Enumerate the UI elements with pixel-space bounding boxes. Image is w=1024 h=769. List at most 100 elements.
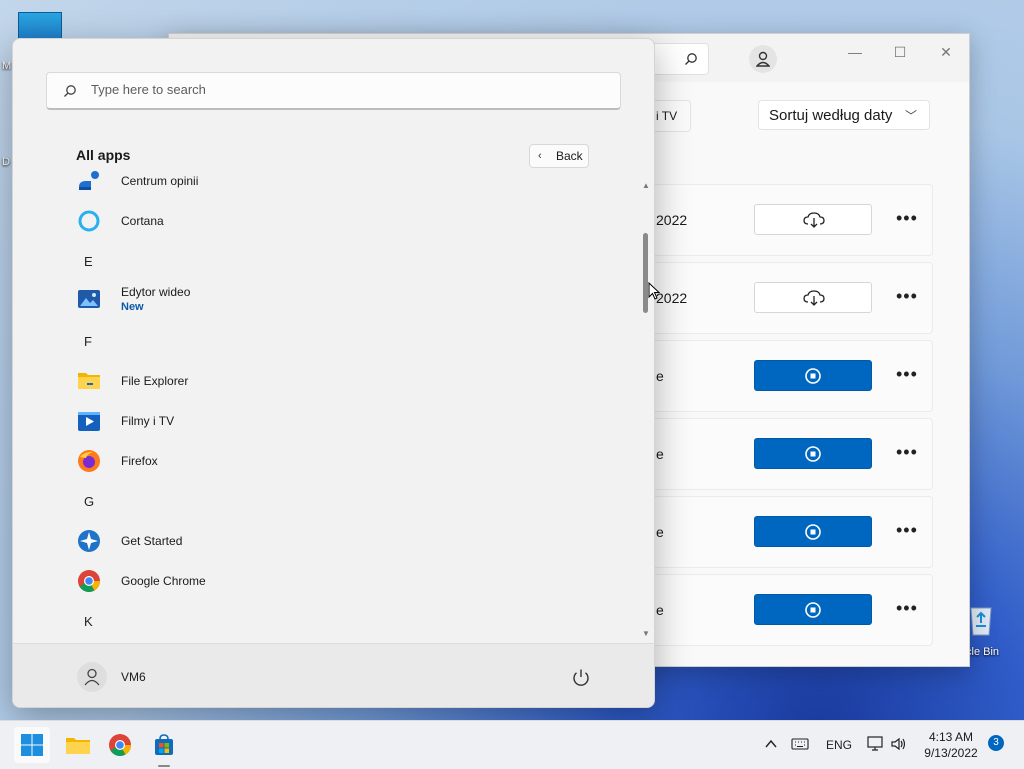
app-item[interactable]: Filmy i TV	[65, 404, 605, 438]
scroll-thumb[interactable]	[643, 233, 648, 313]
person-icon	[84, 668, 100, 686]
app-list: Centrum opinii Cortana E Edytor wideo New F Fi…	[13, 171, 641, 643]
app-item[interactable]: Firefox	[65, 444, 605, 478]
app-name: Google Chrome	[121, 574, 206, 588]
chevron-left-icon: ‹	[538, 150, 542, 162]
library-item[interactable]: e •••	[639, 418, 933, 490]
keyboard-icon[interactable]	[791, 737, 809, 751]
stop-icon	[805, 368, 821, 384]
search-icon	[685, 53, 697, 65]
app-item[interactable]: Cortana	[65, 204, 605, 238]
stop-download-button[interactable]	[754, 360, 872, 391]
app-name: Get Started	[121, 534, 183, 548]
person-icon	[756, 51, 770, 67]
start-search-box[interactable]	[46, 72, 621, 110]
search-icon	[64, 85, 76, 97]
file-explorer-icon	[66, 738, 90, 754]
chrome-icon	[109, 734, 131, 756]
start-footer: VM6	[13, 643, 654, 707]
app-name: Centrum opinii	[121, 174, 199, 188]
section-letter[interactable]: G	[84, 494, 94, 509]
download-button[interactable]	[754, 204, 872, 235]
chevron-up-icon[interactable]	[764, 737, 778, 751]
download-button[interactable]	[754, 282, 872, 313]
movies-tv-icon	[77, 409, 101, 433]
get-started-icon	[77, 529, 101, 553]
app-item[interactable]: File Explorer	[65, 364, 605, 398]
taskbar-file-explorer[interactable]	[59, 727, 95, 763]
user-avatar[interactable]	[77, 662, 107, 692]
recycle-bin-icon	[970, 607, 992, 636]
stop-icon	[805, 524, 821, 540]
cloud-download-icon	[803, 212, 825, 228]
section-letter[interactable]: E	[84, 254, 93, 269]
app-item[interactable]: Google Chrome	[65, 564, 605, 598]
maximize-button[interactable]: ☐	[888, 42, 912, 62]
feedback-hub-icon	[77, 171, 101, 193]
account-button[interactable]	[749, 45, 777, 73]
library-item[interactable]: e •••	[639, 340, 933, 412]
minimize-button[interactable]: —	[843, 42, 867, 62]
recycle-bin[interactable]: cle Bin	[962, 600, 1018, 664]
library-item[interactable]: e •••	[639, 574, 933, 646]
back-label: Back	[556, 149, 583, 163]
taskbar: ENG 4:13 AM 9/13/2022 3	[0, 720, 1024, 769]
library-item-text: e	[656, 602, 664, 618]
stop-icon	[805, 446, 821, 462]
scroll-up-icon[interactable]: ▲	[642, 181, 650, 190]
power-icon[interactable]	[569, 666, 593, 690]
firefox-icon	[77, 449, 101, 473]
mouse-cursor-icon	[648, 282, 660, 300]
library-item[interactable]: e •••	[639, 496, 933, 568]
stop-download-button[interactable]	[754, 594, 872, 625]
stop-download-button[interactable]	[754, 438, 872, 469]
app-name: Firefox	[121, 454, 158, 468]
taskbar-store[interactable]	[146, 727, 182, 763]
app-new-tag: New	[121, 301, 144, 313]
sort-dropdown[interactable]: Sortuj według daty ﹀	[758, 100, 930, 130]
store-icon	[155, 734, 173, 755]
close-button[interactable]: ✕	[934, 42, 958, 62]
more-options-icon[interactable]: •••	[896, 521, 918, 539]
more-options-icon[interactable]: •••	[896, 599, 918, 617]
app-name: Filmy i TV	[121, 414, 175, 428]
app-name: Cortana	[121, 214, 164, 228]
library-item-text: e	[656, 524, 664, 540]
library-item[interactable]: 2022 •••	[639, 184, 933, 256]
scroll-down-icon[interactable]: ▼	[642, 629, 650, 638]
library-item[interactable]: 2022 •••	[639, 262, 933, 334]
windows-logo-icon	[21, 734, 43, 756]
start-button[interactable]	[14, 727, 50, 763]
app-item[interactable]: Edytor wideo New	[65, 282, 605, 316]
taskbar-chrome[interactable]	[102, 727, 138, 763]
app-list-scrollbar[interactable]: ▲ ▼	[639, 177, 651, 639]
more-options-icon[interactable]: •••	[896, 287, 918, 305]
desktop-icon-label: D	[2, 156, 10, 168]
video-editor-icon	[77, 287, 101, 311]
app-item[interactable]: Centrum opinii	[65, 171, 605, 198]
clock[interactable]: 4:13 AM 9/13/2022	[916, 729, 986, 761]
cloud-download-icon	[803, 290, 825, 306]
sort-label: Sortuj według daty	[769, 107, 893, 124]
folder-icon	[77, 369, 101, 393]
more-options-icon[interactable]: •••	[896, 209, 918, 227]
language-indicator[interactable]: ENG	[826, 721, 852, 769]
app-item[interactable]: Get Started	[65, 524, 605, 558]
more-options-icon[interactable]: •••	[896, 365, 918, 383]
network-icon[interactable]	[866, 736, 884, 752]
app-name: Edytor wideo	[121, 285, 191, 299]
back-button[interactable]: ‹ Back	[529, 144, 589, 168]
notification-badge[interactable]: 3	[988, 735, 1004, 751]
library-item-text: 2022	[656, 212, 688, 228]
section-letter[interactable]: F	[84, 334, 92, 349]
section-letter[interactable]: K	[84, 614, 93, 629]
cortana-icon	[77, 209, 101, 233]
search-input[interactable]	[89, 81, 593, 98]
user-name[interactable]: VM6	[121, 670, 146, 684]
more-options-icon[interactable]: •••	[896, 443, 918, 461]
volume-icon[interactable]	[890, 736, 908, 752]
running-indicator	[158, 765, 170, 767]
stop-download-button[interactable]	[754, 516, 872, 547]
clock-time: 4:13 AM	[928, 730, 974, 744]
clock-date: 9/13/2022	[924, 746, 978, 760]
